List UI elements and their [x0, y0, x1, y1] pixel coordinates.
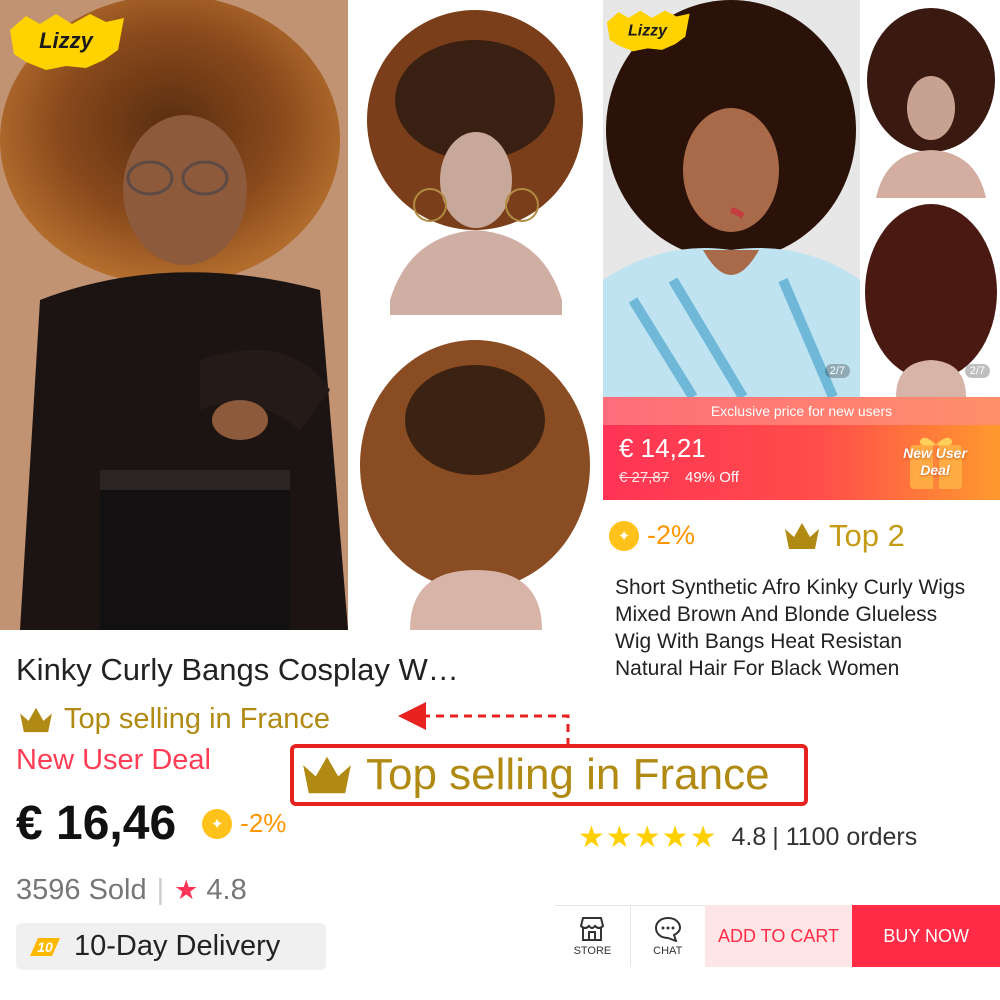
promo-banner-body: € 14,21 € 27,87 49% Off New User Deal: [603, 425, 1000, 500]
action-bar: STORE CHAT ADD TO CART BUY NOW: [555, 905, 1000, 967]
product-photo-mannequin-back[interactable]: [350, 330, 602, 630]
chat-icon: [654, 916, 681, 942]
top-selling-label[interactable]: Top selling in France: [18, 703, 330, 736]
crown-icon: [20, 707, 52, 732]
store-icon: [580, 917, 605, 941]
new-user-deal-label: New User Deal: [16, 744, 211, 776]
chat-button[interactable]: CHAT: [629, 905, 705, 967]
product-photo-model-2[interactable]: 2/7: [603, 0, 860, 397]
separator: |: [156, 874, 165, 906]
delivery-badge[interactable]: 10 10-Day Delivery: [16, 923, 326, 970]
sales-rating-row: 3596 Sold | ★ 4.8: [16, 874, 247, 907]
coin-icon: ✦: [609, 520, 639, 551]
buy-now-button[interactable]: BUY NOW: [852, 905, 1000, 967]
coin-discount-value: -2%: [647, 520, 696, 550]
product-photo-model[interactable]: [0, 0, 348, 630]
add-to-cart-button[interactable]: ADD TO CART: [704, 905, 853, 967]
delivery-icon: 10: [30, 937, 60, 956]
rating-value: 4.8: [731, 823, 767, 851]
delivery-text: 10-Day Delivery: [74, 930, 281, 962]
rating-row[interactable]: ★★★★★ 4.8 | 1100 orders: [578, 820, 917, 855]
top-selling-text: Top selling in France: [64, 703, 330, 735]
ranking-text: Top 2: [829, 518, 905, 553]
promo-banner-header: Exclusive price for new users: [603, 397, 1000, 425]
product-price: € 16,46: [16, 797, 177, 850]
product-photo-mannequin-front[interactable]: [350, 0, 602, 315]
promo-discount: 49% Off: [685, 469, 739, 486]
rating-value-left: 4.8: [206, 874, 247, 906]
promo-deal-label: New User Deal: [903, 445, 967, 478]
brand-logo-small: Lizzy: [606, 10, 690, 52]
orders-count: | 1100 orders: [772, 823, 918, 851]
promo-price: € 14,21: [619, 433, 706, 463]
product-photo-thumb-front[interactable]: [862, 0, 1000, 198]
brand-logo-text: Lizzy: [39, 28, 95, 53]
gallery-page-indicator-2: 2/7: [964, 364, 990, 378]
star-icon: ★: [174, 875, 199, 905]
product-photo-thumb-back[interactable]: 2/7: [862, 200, 1000, 397]
store-button[interactable]: STORE: [555, 905, 630, 967]
coin-icon: ✦: [202, 808, 233, 839]
gallery-page-indicator: 2/7: [824, 364, 850, 378]
product-description: Short Synthetic Afro Kinky Curly Wigs Mi…: [615, 576, 966, 680]
product-title: Kinky Curly Bangs Cosplay W…: [16, 652, 459, 687]
price-row: € 16,46 ✦ -2%: [16, 796, 286, 851]
store-label: STORE: [573, 945, 612, 957]
ranking-badge[interactable]: Top 2: [783, 518, 905, 554]
arrow-icon: [398, 702, 570, 746]
brand-logo: Lizzy: [10, 14, 124, 70]
callout-text: Top selling in France: [366, 750, 770, 799]
star-rating: ★★★★★: [578, 821, 718, 854]
chat-label: CHAT: [653, 945, 683, 957]
crown-icon: [303, 756, 351, 794]
delivery-icon-text: 10: [37, 939, 53, 955]
promo-original-price: € 27,87: [619, 469, 670, 486]
sold-count: 3596 Sold: [16, 874, 147, 906]
top-selling-callout: Top selling in France: [290, 744, 808, 806]
crown-icon: [785, 523, 819, 549]
promo-banner[interactable]: Exclusive price for new users € 14,21 € …: [603, 397, 1000, 500]
coin-discount-value-left: -2%: [240, 808, 287, 838]
brand-logo-small-text: Lizzy: [628, 22, 668, 39]
coin-discount-right: ✦ -2%: [609, 520, 695, 551]
